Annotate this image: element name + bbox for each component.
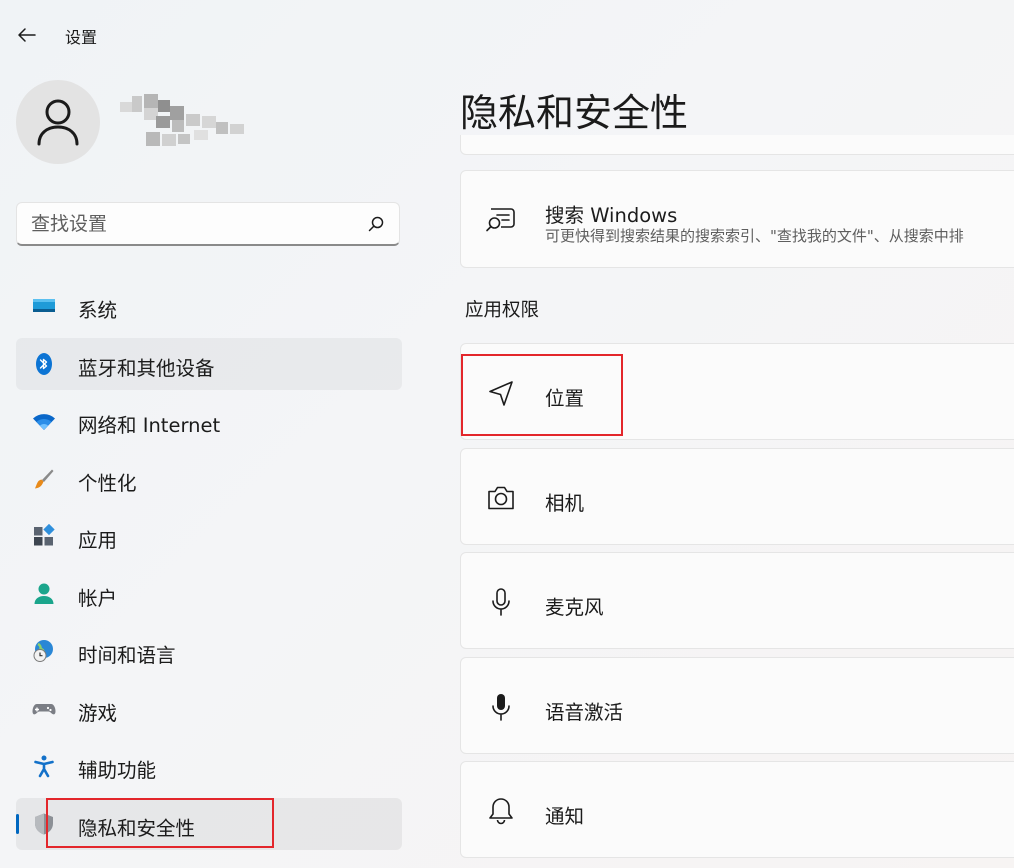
sidebar-item-label: 系统 — [78, 299, 118, 322]
sidebar-item-time-language[interactable]: 时间和语言 — [16, 625, 402, 677]
sidebar-item-bluetooth[interactable]: 蓝牙和其他设备 — [16, 337, 402, 390]
sidebar-item-gaming[interactable]: 游戏 — [16, 683, 402, 735]
card-title: 搜索 Windows — [545, 204, 678, 227]
section-title: 应用权限 — [465, 300, 540, 321]
sidebar-item-label: 辅助功能 — [78, 759, 157, 782]
card-title: 通知 — [545, 805, 585, 828]
search-windows-icon — [486, 208, 515, 232]
paintbrush-icon — [35, 469, 54, 488]
sidebar-item-personalization[interactable]: 个性化 — [16, 453, 402, 505]
sidebar-item-label: 个性化 — [78, 471, 137, 495]
sidebar-nav: 系统 蓝牙和其他设备 网络和 Internet 个性化 应用 帐户 时间和语言 … — [16, 280, 402, 855]
sidebar-item-network[interactable]: 网络和 Internet — [16, 395, 402, 447]
settings-card-search-windows[interactable]: 搜索 Windows 可更快得到搜索结果的搜索索引、"查找我的文件"、从搜索中排 — [460, 170, 1014, 268]
sidebar-item-label: 帐户 — [78, 586, 118, 610]
sidebar-item-label: 时间和语言 — [78, 644, 176, 667]
monitor-icon — [33, 299, 55, 312]
sidebar-item-label: 网络和 Internet — [78, 414, 221, 437]
bluetooth-icon — [36, 352, 52, 375]
sidebar-item-accessibility[interactable]: 辅助功能 — [16, 740, 402, 792]
card-title: 麦克风 — [545, 596, 604, 619]
username-blurred — [116, 94, 248, 150]
permission-location[interactable]: 位置 — [460, 343, 1014, 440]
globe-clock-icon — [33, 640, 53, 662]
card-title: 相机 — [545, 492, 585, 515]
shield-icon — [35, 813, 53, 834]
search-input[interactable] — [31, 203, 361, 245]
arrow-left-icon — [18, 28, 36, 42]
permission-camera[interactable]: 相机 — [460, 448, 1014, 545]
search-box[interactable] — [16, 202, 400, 246]
sidebar-item-label: 蓝牙和其他设备 — [78, 356, 215, 380]
app-title: 设置 — [65, 28, 98, 47]
bell-icon — [489, 798, 513, 825]
back-button[interactable] — [14, 22, 40, 48]
search-icon[interactable] — [367, 215, 385, 233]
sidebar-item-system[interactable]: 系统 — [16, 280, 402, 332]
gamepad-icon — [32, 703, 56, 714]
sidebar-item-label: 隐私和安全性 — [78, 816, 196, 840]
location-icon — [489, 381, 513, 406]
selection-indicator — [16, 813, 19, 834]
avatar[interactable] — [16, 80, 100, 164]
microphone-icon — [492, 588, 510, 616]
wifi-icon — [33, 414, 55, 430]
sidebar-item-label: 应用 — [78, 529, 118, 552]
camera-icon — [488, 486, 514, 510]
card-title: 位置 — [545, 387, 585, 410]
sidebar-item-label: 游戏 — [78, 701, 118, 725]
page-title: 隐私和安全性 — [460, 91, 689, 135]
permission-microphone[interactable]: 麦克风 — [460, 552, 1014, 649]
title-bar: 设置 — [0, 0, 1014, 70]
sidebar-item-accounts[interactable]: 帐户 — [16, 568, 402, 620]
permission-notifications[interactable]: 通知 — [460, 761, 1014, 858]
sidebar-item-privacy-security[interactable]: 隐私和安全性 — [16, 797, 402, 850]
card-description: 可更快得到搜索结果的搜索索引、"查找我的文件"、从搜索中排 — [545, 227, 964, 245]
settings-card-partial[interactable] — [460, 135, 1014, 155]
apps-icon — [34, 524, 55, 546]
permission-voice-activation[interactable]: 语音激活 — [460, 657, 1014, 754]
user-icon — [37, 99, 79, 146]
sidebar-item-apps[interactable]: 应用 — [16, 510, 402, 562]
card-title: 语音激活 — [545, 701, 624, 724]
account-icon — [34, 583, 54, 604]
microphone-filled-icon — [492, 694, 510, 721]
accessibility-icon — [34, 755, 54, 778]
